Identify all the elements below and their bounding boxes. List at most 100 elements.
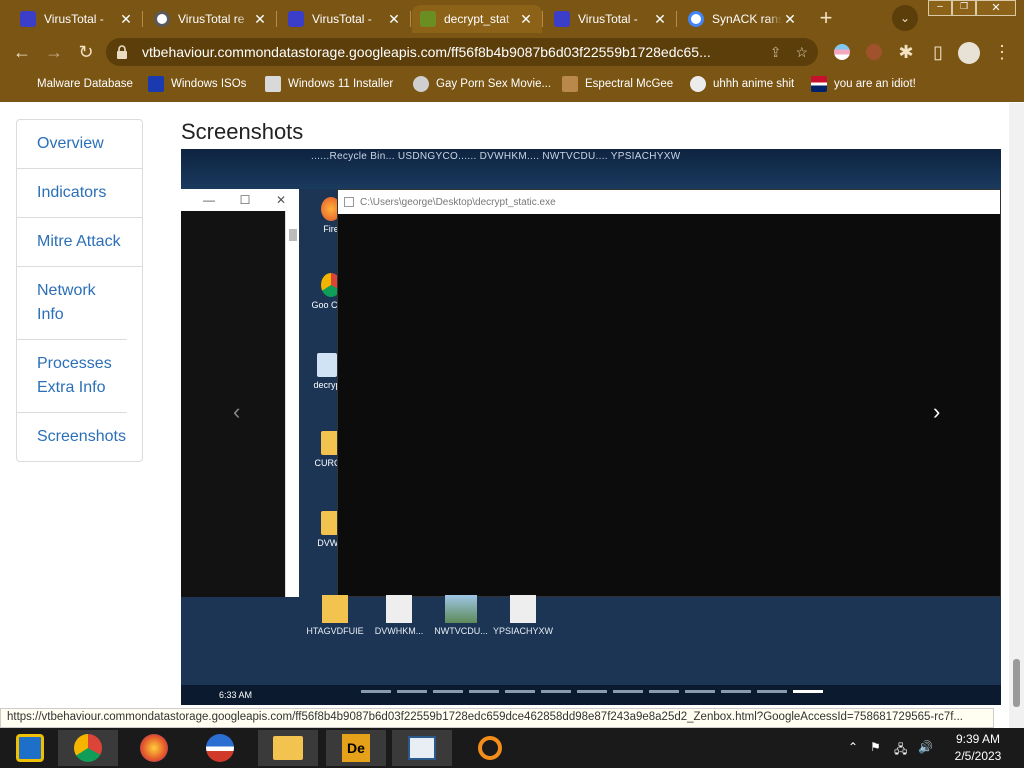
- desktop-icon-ypsiachyxw: YPSIACHYXW: [491, 595, 555, 636]
- system-clock[interactable]: 9:39 AM 2/5/2023: [940, 731, 1016, 765]
- taskbar-firefox[interactable]: [124, 730, 184, 766]
- taskbar-obama[interactable]: [190, 730, 250, 766]
- menu-dots-icon[interactable]: ⋮: [990, 40, 1014, 64]
- close-icon[interactable]: ✕: [386, 11, 402, 28]
- page-scrollbar[interactable]: [1009, 103, 1024, 728]
- bookmark-malware-database[interactable]: Malware Database: [20, 74, 133, 94]
- network-icon[interactable]: 🖧: [894, 740, 907, 761]
- news-icon: [408, 736, 436, 760]
- close-icon[interactable]: ✕: [252, 11, 268, 28]
- tab-virustotal-1[interactable]: VirusTotal - ✕: [12, 5, 142, 33]
- chevron-down-icon[interactable]: ⌄: [892, 5, 918, 31]
- address-bar[interactable]: vtbehaviour.commondatastorage.googleapis…: [106, 38, 818, 66]
- extension-avatar-icon[interactable]: [866, 44, 882, 60]
- google-icon: [688, 11, 704, 27]
- taskbar-file-explorer[interactable]: [258, 730, 318, 766]
- carousel-indicator[interactable]: [505, 690, 535, 693]
- taskbar-chrome[interactable]: [58, 730, 118, 766]
- new-tab-button[interactable]: +: [814, 5, 838, 30]
- sidepanel-icon[interactable]: ▯: [926, 40, 950, 64]
- taskbar-virtualbox[interactable]: [0, 730, 60, 766]
- carousel-indicator[interactable]: [613, 690, 643, 693]
- volume-icon[interactable]: 🔊: [918, 740, 933, 754]
- close-window-icon[interactable]: ✕: [976, 0, 1016, 16]
- bookmark-anime[interactable]: uhhh anime shit: [690, 74, 794, 94]
- tab-virustotal-4[interactable]: VirusTotal - ✕: [546, 5, 676, 33]
- de-icon: De: [342, 734, 370, 762]
- carousel-next-button[interactable]: ›: [933, 399, 940, 425]
- close-icon[interactable]: ✕: [118, 11, 134, 28]
- bookmark-espectral-mcgee[interactable]: Espectral McGee: [562, 74, 673, 94]
- tab-virustotal-3[interactable]: VirusTotal - ✕: [280, 5, 410, 33]
- section-title: Screenshots: [181, 119, 304, 144]
- reload-icon[interactable]: ↻: [74, 40, 98, 64]
- carousel-indicator[interactable]: [685, 690, 715, 693]
- bookmark-label: you are an idiot!: [834, 78, 916, 90]
- virtualbox-icon: [16, 734, 44, 762]
- image-file-icon: [445, 595, 477, 623]
- window-controls: – ❐ ✕: [928, 0, 1024, 16]
- tab-separator: [542, 11, 543, 27]
- tab-decrypt-static[interactable]: decrypt_stat ✕: [412, 5, 542, 33]
- icon-label: NWTVCDU...: [434, 626, 488, 636]
- nav-mitre-attack[interactable]: Mitre Attack: [17, 218, 142, 267]
- carousel-indicator[interactable]: [361, 690, 391, 693]
- screenshot-carousel[interactable]: ......Recycle Bin... USDNGYCO...... DVWH…: [181, 149, 1001, 705]
- carousel-indicator[interactable]: [721, 690, 751, 693]
- nav-network-info[interactable]: Network Info: [17, 267, 127, 340]
- carousel-prev-button[interactable]: ‹: [233, 399, 240, 425]
- star-icon[interactable]: ☆: [795, 44, 808, 61]
- nav-overview[interactable]: Overview: [17, 120, 142, 169]
- forward-icon[interactable]: →: [42, 40, 66, 64]
- tray-chevron-icon[interactable]: ⌃: [848, 740, 858, 754]
- tab-virustotal-2[interactable]: VirusTotal re ✕: [146, 5, 276, 33]
- mp3-file-icon: [510, 595, 536, 623]
- close-icon[interactable]: ✕: [652, 11, 668, 28]
- carousel-indicator-active[interactable]: [793, 690, 823, 693]
- taskbar-news[interactable]: [392, 730, 452, 766]
- carousel-indicator[interactable]: [757, 690, 787, 693]
- bookmark-movie[interactable]: Gay Porn Sex Movie...: [413, 74, 551, 94]
- close-icon[interactable]: ✕: [518, 11, 534, 28]
- carousel-indicator[interactable]: [397, 690, 427, 693]
- taskbar-search[interactable]: [460, 730, 520, 766]
- tab-synack[interactable]: SynACK rans ✕: [680, 5, 806, 33]
- flag-icon: [811, 76, 827, 92]
- minimize-icon[interactable]: –: [928, 0, 952, 16]
- flag-icon[interactable]: ⚑: [870, 740, 881, 754]
- search-magnifier-icon: [478, 736, 502, 760]
- share-icon[interactable]: ⇪: [770, 44, 782, 61]
- carousel-indicator[interactable]: [541, 690, 571, 693]
- bookmark-windows-11-installer[interactable]: Windows 11 Installer: [265, 74, 393, 94]
- firefox-icon: [140, 734, 168, 762]
- restore-icon[interactable]: ❐: [952, 0, 976, 16]
- nav-screenshots[interactable]: Screenshots: [17, 413, 142, 461]
- docx-file-icon: [386, 595, 412, 623]
- url-text: vtbehaviour.commondatastorage.googleapis…: [142, 44, 711, 60]
- carousel-indicator[interactable]: [649, 690, 679, 693]
- back-icon[interactable]: ←: [10, 40, 34, 64]
- scroll-thumb[interactable]: [1013, 659, 1020, 707]
- bookmark-windows-isos[interactable]: Windows ISOs: [148, 74, 246, 94]
- nav-processes-extra-info[interactable]: Processes Extra Info: [17, 340, 127, 413]
- nav-indicators[interactable]: Indicators: [17, 169, 142, 218]
- puzzle-icon[interactable]: ✱: [894, 40, 918, 64]
- bookmark-you-are-an-idiot[interactable]: you are an idiot!: [811, 74, 916, 94]
- tab-label: SynACK rans: [712, 12, 782, 26]
- carousel-indicator[interactable]: [433, 690, 463, 693]
- carousel-indicator[interactable]: [469, 690, 499, 693]
- tab-separator: [676, 11, 677, 27]
- close-icon: ✕: [275, 193, 287, 207]
- taskbar-de-app[interactable]: De: [326, 730, 386, 766]
- maximize-icon: ☐: [239, 193, 251, 207]
- carousel-indicator[interactable]: [577, 690, 607, 693]
- profile-icon[interactable]: [958, 42, 980, 64]
- vm-taskbar: [181, 685, 1001, 705]
- site-icon: [413, 76, 429, 92]
- extension-flag-icon[interactable]: [834, 44, 850, 60]
- close-icon[interactable]: ✕: [782, 11, 798, 28]
- file-explorer-icon: [273, 736, 303, 760]
- vm-window-scrollbar: [285, 211, 299, 597]
- x-icon: [148, 76, 164, 92]
- avatar-icon: [562, 76, 578, 92]
